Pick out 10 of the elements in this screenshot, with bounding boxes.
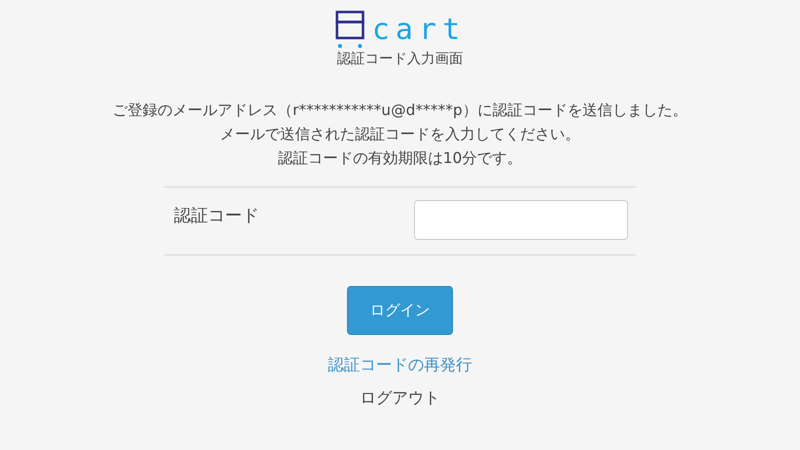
input-field[interactable] bbox=[414, 200, 628, 240]
page-title: 認証コード入力画面 bbox=[337, 50, 463, 68]
logout-link[interactable]: ログアウト bbox=[360, 388, 440, 409]
message-text: メールで送信された認証コードを入力してください。 bbox=[219, 124, 581, 145]
logo-text: cart bbox=[372, 14, 466, 48]
field-label: 認証コード bbox=[174, 205, 259, 227]
message-text: 認証コードの有効期限は10分です。 bbox=[276, 148, 524, 169]
message-text: ご登録のメールアドレス（r***********u@d*****p）に認証コードを送信しました。 bbox=[112, 100, 688, 121]
resend-link[interactable]: 認証コードの再発行 bbox=[328, 355, 472, 376]
login-button[interactable]: ログイン bbox=[347, 286, 453, 335]
